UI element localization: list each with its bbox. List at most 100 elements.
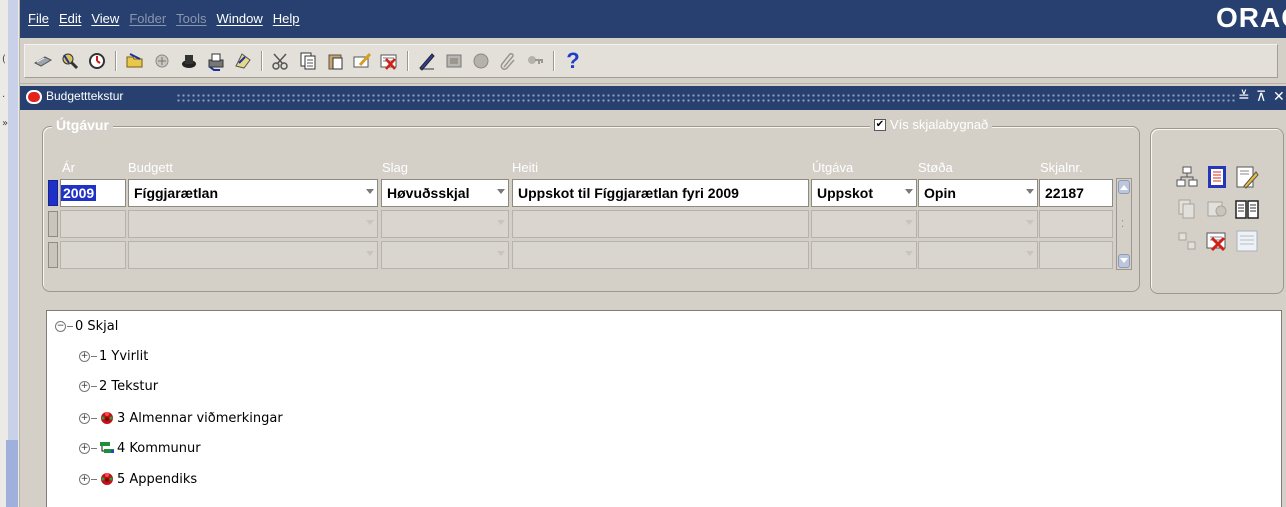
dropdown-arrow-icon[interactable] <box>1026 189 1034 194</box>
dropdown-arrow-icon[interactable] <box>366 251 374 256</box>
field-utgava[interactable] <box>811 241 917 269</box>
menu-file[interactable]: File <box>28 11 49 26</box>
scroll-grip-icon[interactable]: ⁚ <box>1121 219 1124 230</box>
menu-tools[interactable]: Tools <box>176 11 206 26</box>
new-icon[interactable] <box>31 49 55 73</box>
delete-icon[interactable] <box>1203 227 1231 255</box>
hierarchy-icon[interactable] <box>1173 163 1201 191</box>
find-icon[interactable] <box>58 49 82 73</box>
dropdown-arrow-icon[interactable] <box>905 251 913 256</box>
form-disabled-icon[interactable] <box>1233 227 1261 255</box>
maximize-icon[interactable]: ⊼ <box>1256 89 1266 105</box>
dropdown-arrow-icon[interactable] <box>497 220 505 225</box>
field-stoda[interactable] <box>918 241 1038 269</box>
row-indicator[interactable] <box>48 211 58 237</box>
scroll-up-icon[interactable] <box>1118 180 1130 194</box>
row-indicator[interactable] <box>48 242 58 268</box>
tree-node-almennar[interactable]: + 3 Almennar viðmerkingar <box>79 410 283 426</box>
collapse-icon[interactable]: − <box>55 321 66 332</box>
print-icon[interactable] <box>204 49 228 73</box>
field-ar[interactable] <box>60 241 126 269</box>
expand-icon[interactable]: + <box>79 442 90 454</box>
scroll-down-icon[interactable] <box>1118 254 1130 268</box>
clock-icon[interactable] <box>85 49 109 73</box>
menu-folder[interactable]: Folder <box>129 11 166 26</box>
records-scrollbar[interactable]: ⁚ <box>1116 178 1132 270</box>
field-slag[interactable] <box>381 210 509 238</box>
help-icon[interactable]: ? <box>561 48 585 73</box>
dropdown-arrow-icon[interactable] <box>366 189 374 194</box>
attachment-icon[interactable] <box>496 49 520 73</box>
expand-icon[interactable]: + <box>79 351 90 362</box>
navigate-icon[interactable] <box>150 49 174 73</box>
menu-edit[interactable]: Edit <box>59 11 81 26</box>
expand-icon[interactable]: + <box>79 381 90 392</box>
tree-node-yvirlit[interactable]: + 1 Yvirlit <box>79 349 148 364</box>
copy-icon[interactable] <box>296 49 320 73</box>
field-budgett[interactable]: Fíggjarætlan <box>128 179 378 207</box>
tree-node-tekstur[interactable]: + 2 Tekstur <box>79 379 158 394</box>
tree-connector <box>91 447 97 449</box>
copy-disabled-icon[interactable] <box>1173 195 1201 223</box>
field-budgett[interactable] <box>128 210 378 238</box>
open-folder-icon[interactable] <box>123 49 147 73</box>
delete-record-icon[interactable] <box>377 49 401 73</box>
dropdown-arrow-icon[interactable] <box>905 189 913 194</box>
checkbox-checked-icon[interactable]: ✔ <box>874 118 886 131</box>
menu-help[interactable]: Help <box>273 11 300 26</box>
tree-node-appendiks[interactable]: + 5 Appendiks <box>79 471 197 487</box>
field-ar[interactable]: 2009 <box>60 179 126 207</box>
col-header-heiti: Heiti <box>512 160 539 175</box>
dropdown-arrow-icon[interactable] <box>497 189 505 194</box>
field-heiti[interactable] <box>512 210 809 238</box>
field-utgava[interactable]: Uppskot <box>811 179 917 207</box>
field-heiti[interactable] <box>512 241 809 269</box>
field-budgett[interactable] <box>128 241 378 269</box>
translation-icon[interactable] <box>469 49 493 73</box>
close-icon[interactable]: ✕ <box>1273 89 1285 105</box>
menu-window[interactable]: Window <box>217 11 263 26</box>
field-skjalnr[interactable] <box>1039 210 1113 238</box>
book-icon[interactable] <box>1233 195 1261 223</box>
field-value: Uppskot <box>817 185 873 201</box>
dropdown-arrow-icon[interactable] <box>1026 220 1034 225</box>
row-indicator-current[interactable] <box>48 180 58 206</box>
field-slag[interactable]: Høvuðsskjal <box>381 179 509 207</box>
document-list-icon[interactable] <box>1203 163 1231 191</box>
zoom-icon[interactable] <box>177 49 201 73</box>
grid-disabled-icon[interactable] <box>1173 227 1201 255</box>
field-stoda[interactable]: Opin <box>918 179 1038 207</box>
dropdown-arrow-icon[interactable] <box>366 220 374 225</box>
field-utgava[interactable] <box>811 210 917 238</box>
toolbar-separator <box>261 51 263 71</box>
window-close-icon[interactable] <box>26 90 42 104</box>
field-skjalnr[interactable]: 22187 <box>1039 179 1113 207</box>
field-ar[interactable] <box>60 210 126 238</box>
menu-view[interactable]: View <box>91 11 119 26</box>
traffic-light-icon <box>101 473 113 485</box>
folder-icon[interactable] <box>442 49 466 73</box>
paste-icon[interactable] <box>323 49 347 73</box>
settings-disabled-icon[interactable] <box>1203 195 1231 223</box>
cut-icon[interactable] <box>269 49 293 73</box>
tree-node-root[interactable]: − 0 Skjal <box>55 319 118 334</box>
field-heiti[interactable]: Uppskot til Fíggjarætlan fyri 2009 <box>512 179 809 207</box>
dropdown-arrow-icon[interactable] <box>497 251 505 256</box>
tree-node-label: 3 Almennar viðmerkingar <box>117 410 283 426</box>
action-button-panel <box>1150 128 1284 294</box>
expand-icon[interactable]: + <box>79 473 90 485</box>
minimize-icon[interactable]: ≚ <box>1238 89 1250 105</box>
vis-skjalabygnad-checkbox[interactable]: ✔ Vís skjalabygnað <box>870 117 993 132</box>
tree-node-kommunur[interactable]: + 4 Kommunur <box>79 440 201 456</box>
clear-field-icon[interactable] <box>350 49 374 73</box>
field-slag[interactable] <box>381 241 509 269</box>
flexfield-icon[interactable] <box>523 49 547 73</box>
field-skjalnr[interactable] <box>1039 241 1113 269</box>
edit-field-icon[interactable] <box>415 49 439 73</box>
expand-icon[interactable]: + <box>79 412 90 424</box>
field-stoda[interactable] <box>918 210 1038 238</box>
dropdown-arrow-icon[interactable] <box>1026 251 1034 256</box>
attachments-icon[interactable] <box>231 49 255 73</box>
dropdown-arrow-icon[interactable] <box>905 220 913 225</box>
edit-document-icon[interactable] <box>1233 163 1261 191</box>
